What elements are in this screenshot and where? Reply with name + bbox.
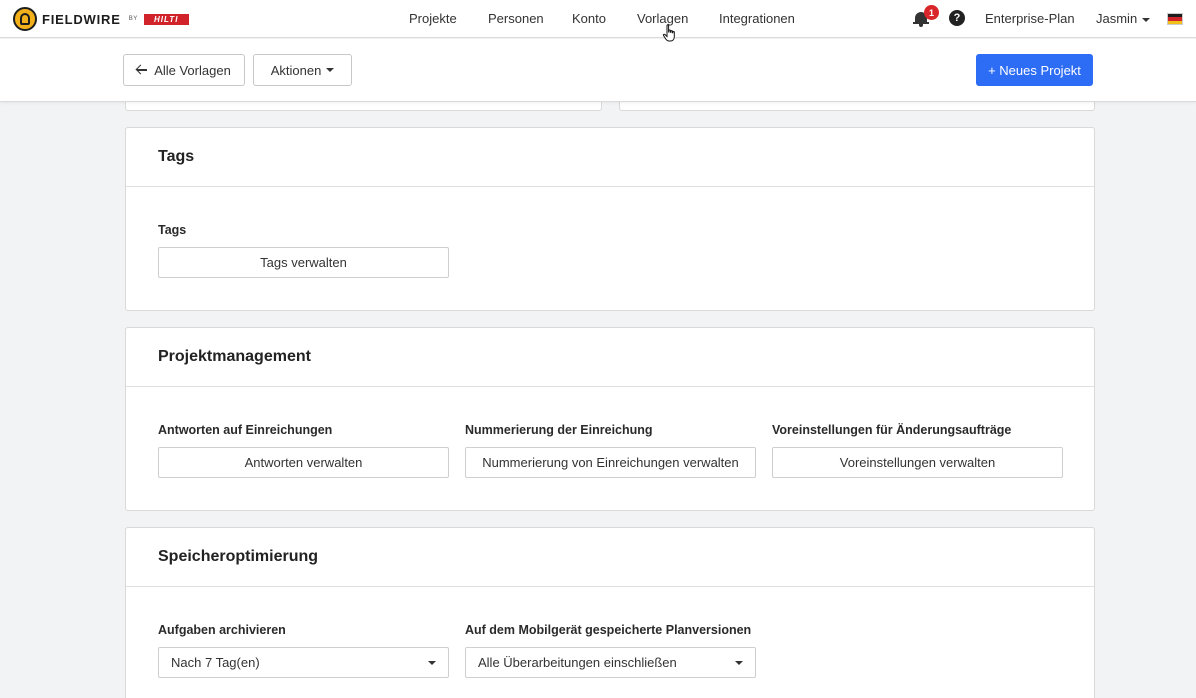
mobile-plan-versions-value: Alle Überarbeitungen einschließen — [478, 655, 677, 670]
chevron-down-icon — [326, 68, 335, 72]
actions-label: Aktionen — [270, 62, 322, 78]
back-to-templates-button[interactable]: Alle Vorlagen — [123, 54, 245, 86]
arrow-left-icon — [137, 65, 148, 75]
user-menu[interactable]: Jasmin — [1096, 11, 1151, 26]
nav-konto[interactable]: Konto — [572, 11, 606, 26]
top-navigation: FIELDWIRE BY HILTI Projekte Personen Kon… — [0, 0, 1196, 38]
manage-presets-button[interactable]: Voreinstellungen verwalten — [772, 447, 1063, 478]
storage-optimization-card-title: Speicheroptimierung — [126, 528, 1094, 587]
help-icon[interactable]: ? — [949, 10, 965, 26]
archive-tasks-value: Nach 7 Tag(en) — [171, 655, 260, 670]
notification-badge: 1 — [924, 5, 939, 20]
tags-field-label: Tags — [158, 223, 187, 237]
template-toolbar: Alle Vorlagen Aktionen + Neues Projekt — [0, 39, 1196, 102]
actions-dropdown[interactable]: Aktionen — [253, 54, 352, 86]
manage-tags-button[interactable]: Tags verwalten — [158, 247, 449, 278]
mobile-plan-versions-label: Auf dem Mobilgerät gespeicherte Planvers… — [465, 623, 752, 637]
projektmanagement-card: Projektmanagement Antworten auf Einreich… — [125, 327, 1095, 511]
mobile-plan-versions-select[interactable]: Alle Überarbeitungen einschließen — [465, 647, 756, 678]
projektmanagement-card-title: Projektmanagement — [126, 328, 1094, 387]
back-button-label: Alle Vorlagen — [154, 62, 231, 78]
user-name: Jasmin — [1096, 11, 1138, 26]
storage-optimization-card: Speicheroptimierung Aufgaben archivieren… — [125, 527, 1095, 698]
change-order-settings-label: Voreinstellungen für Änderungsaufträge — [772, 423, 1012, 437]
german-flag-icon[interactable] — [1167, 13, 1183, 25]
plan-link[interactable]: Enterprise-Plan — [985, 11, 1075, 26]
tags-card: Tags Tags Tags verwalten — [125, 127, 1095, 311]
chevron-down-icon — [1142, 17, 1151, 22]
submission-responses-label: Antworten auf Einreichungen — [158, 423, 333, 437]
tags-card-title: Tags — [126, 128, 1094, 187]
nav-personen[interactable]: Personen — [488, 11, 544, 26]
nav-integrationen[interactable]: Integrationen — [719, 11, 795, 26]
chevron-down-icon — [735, 661, 743, 665]
archive-tasks-label: Aufgaben archivieren — [158, 623, 286, 637]
manage-numbering-button[interactable]: Nummerierung von Einreichungen verwalten — [465, 447, 756, 478]
chevron-down-icon — [428, 661, 436, 665]
nav-projekte[interactable]: Projekte — [409, 11, 457, 26]
hand-cursor-icon — [662, 24, 678, 42]
manage-responses-button[interactable]: Antworten verwalten — [158, 447, 449, 478]
submission-numbering-label: Nummerierung der Einreichung — [465, 423, 653, 437]
archive-tasks-select[interactable]: Nach 7 Tag(en) — [158, 647, 449, 678]
new-project-button[interactable]: + Neues Projekt — [976, 54, 1093, 86]
